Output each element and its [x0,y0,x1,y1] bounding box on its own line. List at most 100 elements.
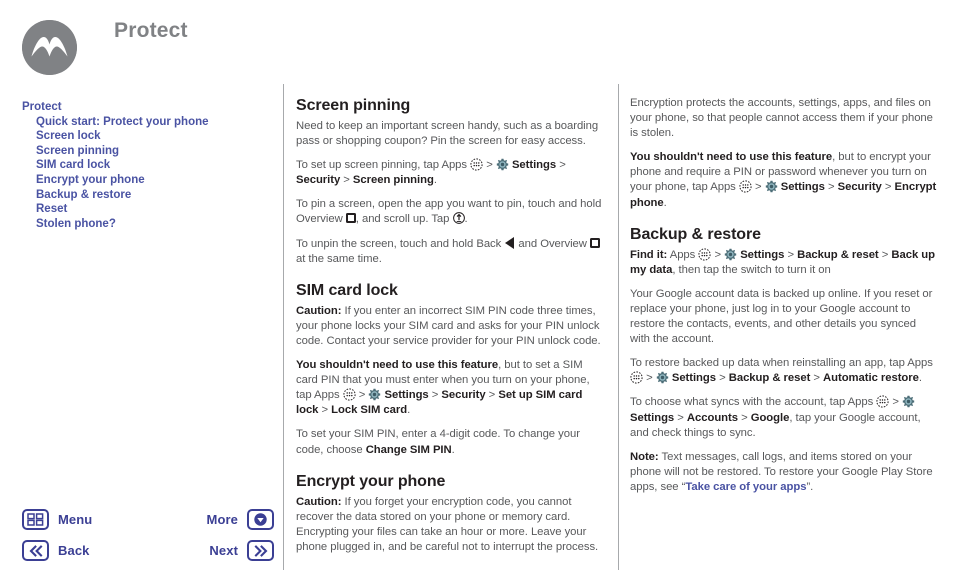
text-bold: Lock SIM card [331,404,408,417]
text-bold: Settings [511,159,557,172]
paragraph-unpin-screen: To unpin the screen, touch and hold Back… [296,236,603,267]
paragraph-choose-syncs: To choose what syncs with the account, t… [630,395,937,440]
column-divider-left [283,84,284,570]
text: To set up screen pinning, tap Apps [296,159,471,172]
text-bold: Backup & reset [797,248,879,261]
heading-sim-card-lock: SIM card lock [296,281,398,299]
text-bold: Google [750,411,790,424]
text: Need to keep an important screen handy, … [296,120,599,148]
sidebar-item-encrypt-phone[interactable]: Encrypt your phone [22,173,272,188]
column-divider-right [618,84,619,570]
text: , and scroll up. Tap [355,213,453,226]
paragraph-note-restore: Note: Text messages, call logs, and item… [630,450,937,495]
text: > [556,159,566,172]
right-column: Encryption protects the accounts, settin… [630,96,937,495]
text-bold: You shouldn't need to use this feature [296,359,499,372]
paragraph-pin-a-screen: To pin a screen, open the app you want t… [296,197,603,227]
settings-gear-icon [368,388,381,401]
apps-launcher-icon [343,388,356,401]
sidebar-item-screen-pinning[interactable]: Screen pinning [22,144,272,159]
motorola-logo-icon [22,20,77,75]
text: and Overview [515,237,590,250]
text: > [784,248,798,261]
bottom-navigation: Menu More Back Next [22,506,274,570]
text: . [407,404,411,417]
text: If you forget your encryption code, you … [296,495,599,553]
paragraph-find-it-backup: Find it: Apps > Settings > Backup & rese… [630,248,937,278]
caution-label: Caution: [296,495,342,508]
back-button[interactable]: Back [22,540,89,561]
text: > [674,411,687,424]
sidebar-item-backup-restore[interactable]: Backup & restore [22,188,272,203]
next-button[interactable]: Next [209,540,274,561]
middle-column: Screen pinning Need to keep an important… [296,96,603,555]
settings-gear-icon [496,158,509,171]
text: . [451,443,455,456]
text-bold: Security [296,174,341,187]
manual-page: Protect Protect Quick start: Protect you… [0,0,954,576]
heading-backup-restore: Backup & restore [630,225,761,243]
text: > [483,159,496,172]
paragraph-encrypt-setup: You shouldn't need to use this feature, … [630,150,937,210]
sidebar-item-screen-lock[interactable]: Screen lock [22,129,272,144]
pin-arrow-icon [452,212,465,225]
paragraph-google-backup-info: Your Google account data is backed up on… [630,287,937,347]
text: Your Google account data is backed up on… [630,287,933,346]
text: at the same time. [296,252,382,265]
apps-launcher-icon [698,248,711,261]
text-bold: Settings [384,389,429,402]
sidebar-item-protect[interactable]: Protect [22,100,272,115]
text-bold: Accounts [686,411,738,424]
settings-gear-icon [724,248,737,261]
menu-button[interactable]: Menu [22,509,92,530]
text-bold: Security [837,181,882,194]
text-bold: Backup & reset [728,372,811,385]
double-chevron-left-icon [22,540,49,561]
text: > [355,389,369,402]
text: . [433,174,437,187]
next-button-label: Next [209,543,238,558]
settings-gear-icon [902,395,915,408]
page-title: Protect [114,19,188,42]
paragraph-sim-caution: Caution: If you enter an incorrect SIM P… [296,304,603,349]
text-bold: Security [441,389,486,402]
sidebar-item-stolen-phone[interactable]: Stolen phone? [22,217,272,232]
more-button[interactable]: More [207,509,274,530]
more-button-label: More [206,512,238,527]
paragraph-sim-pin: To set your SIM PIN, enter a 4-digit cod… [296,427,603,457]
paragraph-encryption-protects: Encryption protects the accounts, settin… [630,96,937,141]
text: > [751,181,765,194]
overview-square-icon [345,213,356,224]
overview-square-icon [590,237,600,248]
text: > [737,411,751,424]
text: Encryption protects the accounts, settin… [630,97,933,140]
text-bold: Settings [630,411,675,424]
sidebar-item-reset[interactable]: Reset [22,202,272,217]
paragraph-sim-setup: You shouldn't need to use this feature, … [296,358,603,418]
apps-launcher-icon [876,395,889,409]
text: > [428,389,442,402]
link-take-care-of-your-apps[interactable]: Take care of your apps [685,481,806,493]
table-of-contents: Protect Quick start: Protect your phone … [22,100,272,231]
text: > [878,248,892,261]
settings-gear-icon [765,180,778,193]
text: . [663,196,667,209]
text: . [918,372,922,385]
apps-launcher-icon [739,180,752,194]
sidebar-item-sim-card-lock[interactable]: SIM card lock [22,158,272,173]
text: To unpin the screen, touch and hold Back [296,237,505,250]
text: > [318,404,332,417]
sidebar-item-quick-start[interactable]: Quick start: Protect your phone [22,115,272,130]
text: > [889,396,903,409]
paragraph-setup-screen-pinning: To set up screen pinning, tap Apps > Set… [296,158,603,188]
text: > [716,372,729,385]
paragraph-screen-pinning-intro: Need to keep an important screen handy, … [296,119,603,149]
text-bold: Change SIM PIN [365,443,452,456]
text: Apps [667,248,699,261]
nav-row-bottom: Back Next [22,540,274,568]
text: To choose what syncs with the account, t… [630,396,877,409]
menu-button-label: Menu [58,512,93,527]
caution-label: Caution: [296,304,342,317]
heading-screen-pinning: Screen pinning [296,97,411,114]
back-button-label: Back [58,543,90,558]
